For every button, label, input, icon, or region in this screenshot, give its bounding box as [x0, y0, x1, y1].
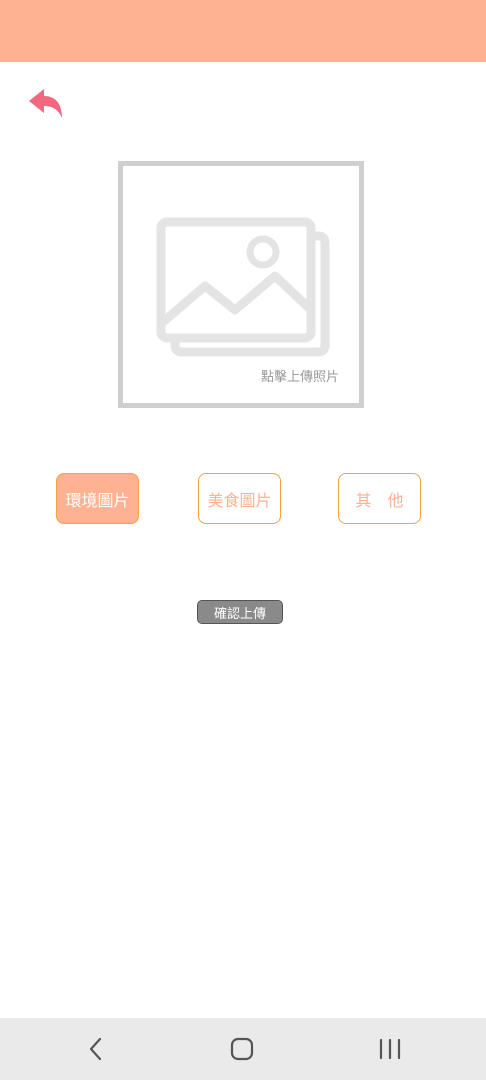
category-food-button[interactable]: 美食圖片	[198, 473, 281, 524]
nav-recent-apps-button[interactable]	[370, 1032, 410, 1066]
nav-back-button[interactable]	[76, 1032, 116, 1066]
screen: 點擊上傳照片 環境圖片 美食圖片 其 他 確認上傳	[0, 0, 486, 1080]
undo-arrow-icon	[29, 89, 62, 118]
back-button[interactable]	[26, 86, 66, 122]
image-placeholder-icon	[156, 217, 330, 357]
category-other-button[interactable]: 其 他	[338, 473, 421, 524]
category-environment-button[interactable]: 環境圖片	[56, 473, 139, 524]
header-bar	[0, 0, 486, 62]
photo-upload-hint: 點擊上傳照片	[260, 370, 339, 385]
home-icon	[230, 1037, 254, 1061]
photo-upload-area[interactable]: 點擊上傳照片	[118, 161, 364, 408]
system-nav-bar	[0, 1018, 486, 1080]
confirm-upload-button[interactable]: 確認上傳	[197, 600, 283, 624]
chevron-left-icon	[89, 1037, 102, 1061]
recent-apps-icon	[379, 1038, 401, 1060]
nav-home-button[interactable]	[222, 1032, 262, 1066]
